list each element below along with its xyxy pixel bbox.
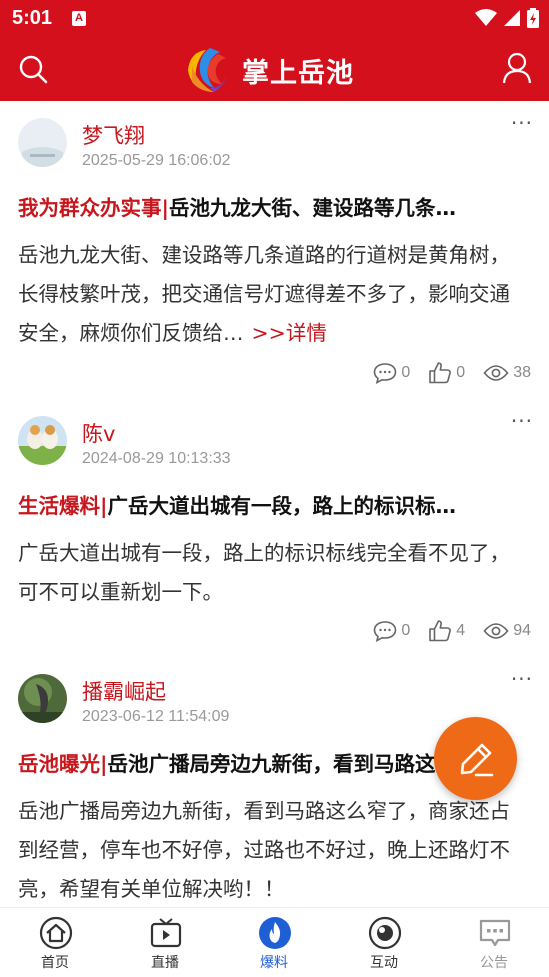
wifi-icon: [475, 9, 497, 26]
status-bar: 5:01 A: [0, 0, 549, 38]
bottom-tab-bar: 首页 直播 爆料 互动 公告: [0, 907, 549, 977]
eye-icon: [483, 364, 509, 381]
compose-button[interactable]: [434, 717, 517, 800]
author-name[interactable]: 梦飞翔: [82, 120, 145, 150]
view-count: 94: [513, 621, 531, 639]
comment-count: 0: [401, 363, 411, 381]
like-count: 0: [456, 363, 466, 381]
tag-separator: |: [100, 752, 108, 776]
body-text: 广岳大道出城有一段，路上的标识标线完全看不见了，可不可以重新划一下。: [18, 541, 510, 604]
comment-count: 0: [401, 621, 411, 639]
post-tag: 生活爆料: [18, 494, 100, 518]
post-time: 2024-08-29 10:13:33: [82, 450, 231, 467]
tab-home[interactable]: 首页: [0, 908, 110, 977]
notification-icon: A: [72, 11, 86, 26]
more-options-icon[interactable]: ···: [511, 111, 533, 135]
tab-label: 互动: [370, 955, 398, 971]
headline-text: 广岳大道出城有一段，路上的标识标…: [107, 494, 457, 518]
tab-report[interactable]: 爆料: [219, 908, 329, 977]
app-logo-icon: [188, 48, 226, 92]
app-title: 掌上岳池: [242, 57, 354, 89]
tab-live[interactable]: 直播: [110, 908, 220, 977]
like-count: 4: [456, 621, 466, 639]
post-time: 2023-06-12 11:54:09: [82, 708, 230, 725]
avatar[interactable]: [18, 674, 67, 723]
feed-post[interactable]: 梦飞翔 2025-05-29 16:06:02 ··· 我为群众办实事|岳池九龙…: [0, 101, 549, 401]
signal-icon: [504, 10, 520, 26]
comment-stat[interactable]: 0: [373, 362, 410, 384]
tab-label: 公告: [480, 955, 508, 971]
post-tag: 我为群众办实事: [18, 196, 162, 220]
post-headline[interactable]: 我为群众办实事|岳池九龙大街、建设路等几条…: [18, 191, 518, 221]
post-stats: 0 0 38: [373, 361, 531, 384]
comment-icon: [374, 620, 397, 642]
eye-icon: [483, 622, 509, 639]
post-body[interactable]: 岳池九龙大街、建设路等几条道路的行道树是黄角树，长得枝繁叶茂，把交通信号灯遮得差…: [18, 236, 518, 353]
app-header: 掌上岳池: [0, 38, 549, 101]
author-name[interactable]: 陈v: [82, 418, 115, 448]
comment-icon: [374, 362, 397, 384]
home-icon: [39, 916, 73, 950]
status-time: 5:01: [12, 7, 53, 29]
post-headline[interactable]: 生活爆料|广岳大道出城有一段，路上的标识标…: [18, 489, 518, 519]
tv-icon: [150, 918, 182, 948]
tag-separator: |: [161, 196, 170, 220]
post-body[interactable]: 广岳大道出城有一段，路上的标识标线完全看不见了，可不可以重新划一下。: [18, 534, 518, 612]
headline-text: 岳池九龙大街、建设路等几条…: [169, 196, 456, 220]
avatar[interactable]: [18, 118, 67, 167]
thumbs-up-icon: [429, 362, 452, 384]
battery-icon: [527, 8, 539, 28]
search-icon[interactable]: [18, 54, 48, 84]
status-icons: [475, 8, 539, 28]
detail-link[interactable]: >>详情: [252, 321, 327, 345]
body-text: 岳池广播局旁边九新街，看到马路这么窄了，商家还占到经营，停车也不好停，过路也不好…: [18, 799, 510, 901]
post-tag: 岳池曝光: [18, 752, 100, 776]
tab-label: 爆料: [260, 955, 288, 971]
flame-icon: [259, 917, 291, 949]
comment-stat[interactable]: 0: [373, 620, 410, 642]
like-stat[interactable]: 4: [428, 619, 465, 642]
post-stats: 0 4 94: [373, 619, 531, 642]
more-options-icon[interactable]: ···: [511, 409, 533, 433]
more-options-icon[interactable]: ···: [511, 667, 533, 691]
tab-interact[interactable]: 互动: [329, 908, 439, 977]
feed-post[interactable]: 陈v 2024-08-29 10:13:33 ··· 生活爆料|广岳大道出城有一…: [0, 399, 549, 657]
like-stat[interactable]: 0: [428, 361, 465, 384]
view-stat: 94: [483, 622, 531, 640]
avatar[interactable]: [18, 416, 67, 465]
tab-notice[interactable]: 公告: [439, 908, 549, 977]
tab-label: 首页: [41, 955, 69, 971]
tag-separator: |: [100, 494, 108, 518]
pencil-icon: [460, 743, 493, 776]
post-body[interactable]: 岳池广播局旁边九新街，看到马路这么窄了，商家还占到经营，停车也不好停，过路也不好…: [18, 792, 518, 909]
notice-icon: [479, 919, 511, 947]
interact-icon: [368, 916, 402, 950]
user-icon[interactable]: [502, 52, 532, 84]
view-stat: 38: [483, 364, 531, 382]
tab-label: 直播: [151, 955, 179, 971]
author-name[interactable]: 播霸崛起: [82, 676, 166, 706]
view-count: 38: [513, 363, 531, 381]
brand: 掌上岳池: [180, 42, 354, 98]
post-time: 2025-05-29 16:06:02: [82, 152, 231, 169]
thumbs-up-icon: [429, 620, 452, 642]
